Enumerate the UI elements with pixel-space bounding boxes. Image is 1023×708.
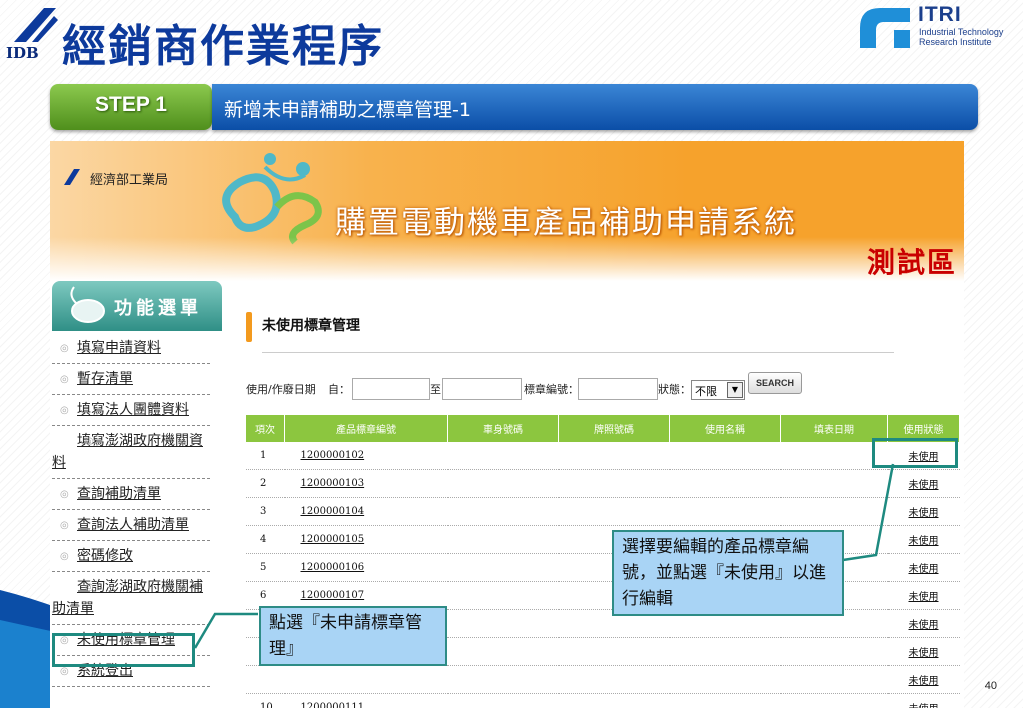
page-number: 40 <box>984 680 997 692</box>
callout-select-menu: 點選『未申請標章管理』 <box>259 606 447 666</box>
callout-select-code: 選擇要編輯的產品標章編號，並點選『未使用』以進行編輯 <box>612 530 844 616</box>
callout-connectors <box>193 463 895 649</box>
